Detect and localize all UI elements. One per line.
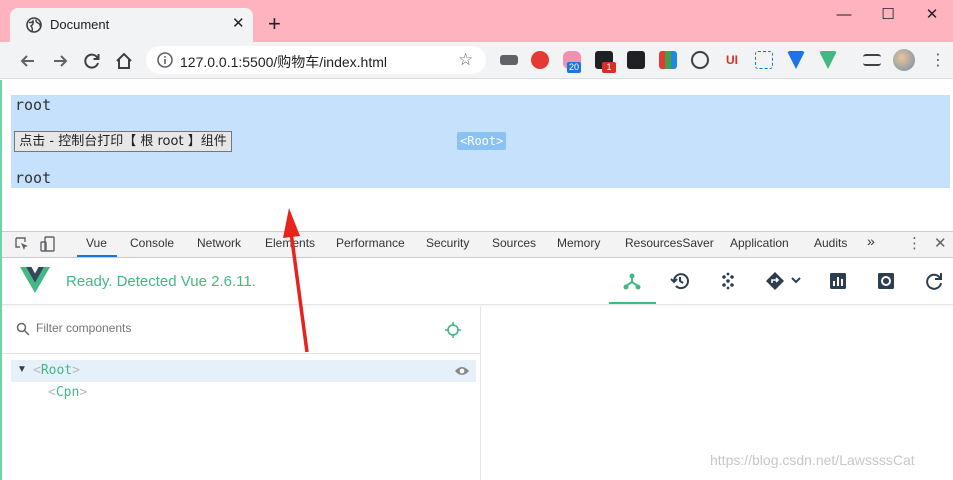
vue-status-text: Ready. Detected Vue 2.6.11. <box>66 273 256 290</box>
devtools-tab-console[interactable]: Console <box>130 236 174 250</box>
devtools-tab-resourcessaver[interactable]: ResourcesSaver <box>625 236 714 250</box>
maximize-icon[interactable]: ☐ <box>866 2 910 28</box>
extension-cat-icon[interactable]: 20 <box>563 51 582 73</box>
extension-laptop-icon[interactable] <box>500 55 518 65</box>
more-tabs-icon[interactable]: » <box>867 233 875 249</box>
close-window-icon[interactable]: ✕ <box>910 2 953 28</box>
device-toolbar-icon[interactable] <box>40 236 56 252</box>
window-edge <box>0 80 2 480</box>
inspect-element-icon[interactable] <box>14 236 30 252</box>
tree-node-root[interactable]: <Root> <box>33 363 80 378</box>
devtools-tab-network[interactable]: Network <box>197 236 241 250</box>
devtools-tab-security[interactable]: Security <box>426 236 469 250</box>
root-component-tag: <Root> <box>457 132 507 150</box>
reload-icon[interactable] <box>81 50 103 72</box>
watermark-text: https://blog.csdn.net/LawssssCat <box>710 452 915 468</box>
filter-components-input[interactable] <box>36 321 436 335</box>
print-root-button[interactable]: 点击 - 控制台打印【 根 root 】组件 <box>14 131 232 152</box>
devtools-menu-icon[interactable]: ⋮ <box>907 234 922 252</box>
new-tab-icon[interactable]: + <box>268 13 281 35</box>
url-text: 127.0.0.1:5500/购物车/index.html <box>180 54 388 70</box>
browser-tab[interactable]: Document ✕ <box>10 8 253 42</box>
tree-node-cpn[interactable]: <Cpn> <box>48 385 87 400</box>
minimize-icon[interactable]: — <box>822 2 866 28</box>
devtools-tab-application[interactable]: Application <box>730 236 789 250</box>
refresh-icon[interactable] <box>923 270 945 292</box>
routing-dropdown-icon[interactable] <box>764 270 804 292</box>
profile-avatar[interactable] <box>893 49 915 71</box>
expand-arrow-icon[interactable]: ▼ <box>17 364 27 375</box>
extension-opera-icon[interactable] <box>531 51 549 69</box>
forward-icon[interactable] <box>49 50 71 72</box>
history-icon[interactable] <box>669 270 691 292</box>
extension-close-box-icon[interactable] <box>627 51 645 69</box>
home-icon[interactable] <box>113 50 135 72</box>
components-tab-icon[interactable] <box>621 270 643 292</box>
bookmark-star-icon[interactable]: ☆ <box>458 51 473 68</box>
extension-color-grid-icon[interactable] <box>659 51 677 69</box>
performance-icon[interactable] <box>827 270 849 292</box>
devtools-tab-vue[interactable]: Vue <box>86 236 107 250</box>
inspect-dom-eye-icon[interactable] <box>454 365 470 377</box>
menu-kebab-icon[interactable]: ⋮ <box>930 50 946 70</box>
vuex-icon[interactable] <box>717 270 739 292</box>
devtools-tab-sources[interactable]: Sources <box>492 236 536 250</box>
devtools-close-icon[interactable]: ✕ <box>934 234 947 252</box>
devtools-tab-performance[interactable]: Performance <box>336 236 405 250</box>
extension-dark-icon[interactable]: 1 <box>595 51 616 73</box>
select-component-target-icon[interactable] <box>445 322 461 338</box>
extension-shield-icon[interactable] <box>691 51 709 69</box>
settings-icon[interactable] <box>875 270 897 292</box>
devtools-tab-audits[interactable]: Audits <box>814 236 847 250</box>
vue-logo-icon <box>20 267 50 293</box>
vue-active-tab-indicator <box>609 302 656 304</box>
root-text-top: root <box>15 96 52 114</box>
extension-ui-icon[interactable]: UI <box>723 51 741 69</box>
devtools-tab-memory[interactable]: Memory <box>557 236 600 250</box>
info-icon[interactable] <box>156 51 174 69</box>
annotation-arrow <box>283 208 309 353</box>
active-tab-indicator <box>77 255 117 257</box>
root-text-bottom: root <box>15 169 52 187</box>
search-icon <box>16 322 30 336</box>
tab-title: Document <box>50 17 110 32</box>
back-icon[interactable] <box>17 50 39 72</box>
globe-icon <box>26 17 42 33</box>
extension-n-icon[interactable] <box>755 51 773 69</box>
tab-close-icon[interactable]: ✕ <box>232 16 245 32</box>
filter-divider <box>0 353 481 354</box>
media-queue-icon[interactable] <box>863 54 881 66</box>
tree-row-root[interactable] <box>11 360 476 382</box>
